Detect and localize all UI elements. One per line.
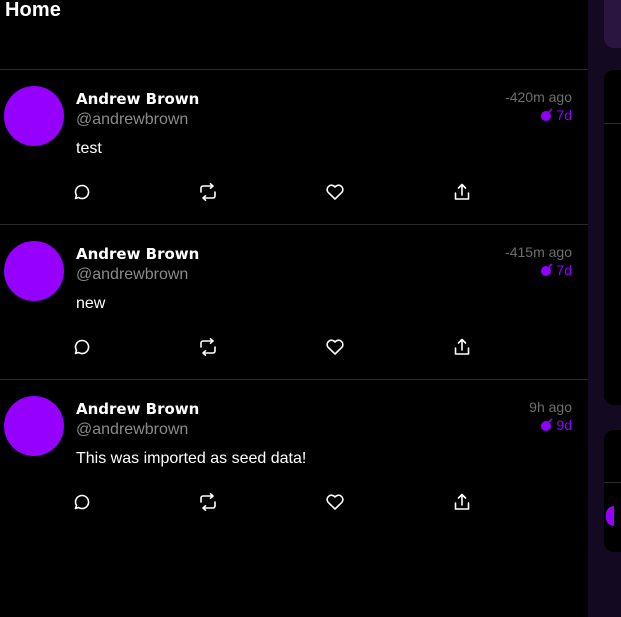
post-actions xyxy=(72,182,492,202)
repost-icon[interactable] xyxy=(198,492,218,512)
post-message: This was imported as seed data! xyxy=(76,450,307,467)
sidebar-suggested-panel xyxy=(604,430,621,552)
repost-icon[interactable] xyxy=(198,337,218,357)
sidebar-divider xyxy=(604,482,621,483)
page-title: Home xyxy=(5,0,61,21)
post-display-name[interactable]: Andrew Brown xyxy=(76,245,199,263)
expiry-badge: 7d xyxy=(540,262,572,278)
bomb-icon xyxy=(540,418,554,432)
right-sidebar xyxy=(588,0,621,617)
expiry-label: 9d xyxy=(556,417,572,433)
expiry-badge: 9d xyxy=(540,417,572,433)
avatar[interactable] xyxy=(4,241,64,301)
repost-icon[interactable] xyxy=(198,182,218,202)
heart-icon[interactable] xyxy=(325,182,345,202)
post-item[interactable]: Andrew Brown @andrewbrown -420m ago 7d t… xyxy=(0,70,588,225)
expiry-badge: 7d xyxy=(540,107,572,123)
activity-feed: Andrew Brown @andrewbrown -420m ago 7d t… xyxy=(0,70,588,535)
post-handle[interactable]: @andrewbrown xyxy=(76,421,188,439)
post-display-name[interactable]: Andrew Brown xyxy=(76,90,199,108)
expiry-label: 7d xyxy=(556,107,572,123)
post-actions xyxy=(72,337,492,357)
bomb-icon xyxy=(540,263,554,277)
bomb-icon xyxy=(540,108,554,122)
sidebar-divider xyxy=(604,123,621,124)
post-time: 9h ago xyxy=(529,399,572,415)
post-item[interactable]: Andrew Brown @andrewbrown 9h ago 9d This… xyxy=(0,380,588,535)
share-icon[interactable] xyxy=(452,337,472,357)
post-handle[interactable]: @andrewbrown xyxy=(76,266,188,284)
post-handle[interactable]: @andrewbrown xyxy=(76,111,188,129)
reply-icon[interactable] xyxy=(72,492,92,512)
heart-icon[interactable] xyxy=(325,337,345,357)
avatar[interactable] xyxy=(606,506,614,526)
feed-header: Home xyxy=(0,0,588,70)
avatar[interactable] xyxy=(4,396,64,456)
share-icon[interactable] xyxy=(452,182,472,202)
post-time: -415m ago xyxy=(505,244,572,260)
post-actions xyxy=(72,492,492,512)
post-message: new xyxy=(76,295,106,312)
post-item[interactable]: Andrew Brown @andrewbrown -415m ago 7d n… xyxy=(0,225,588,380)
post-time: -420m ago xyxy=(505,89,572,105)
main-feed-column: Home Andrew Brown @andrewbrown -420m ago… xyxy=(0,0,588,617)
expiry-label: 7d xyxy=(556,262,572,278)
avatar[interactable] xyxy=(4,86,64,146)
share-icon[interactable] xyxy=(452,492,472,512)
post-display-name[interactable]: Andrew Brown xyxy=(76,400,199,418)
reply-icon[interactable] xyxy=(72,182,92,202)
heart-icon[interactable] xyxy=(325,492,345,512)
reply-icon[interactable] xyxy=(72,337,92,357)
sidebar-trending-panel xyxy=(604,70,621,405)
post-message: test xyxy=(76,140,102,157)
sidebar-search-box[interactable] xyxy=(604,0,621,48)
